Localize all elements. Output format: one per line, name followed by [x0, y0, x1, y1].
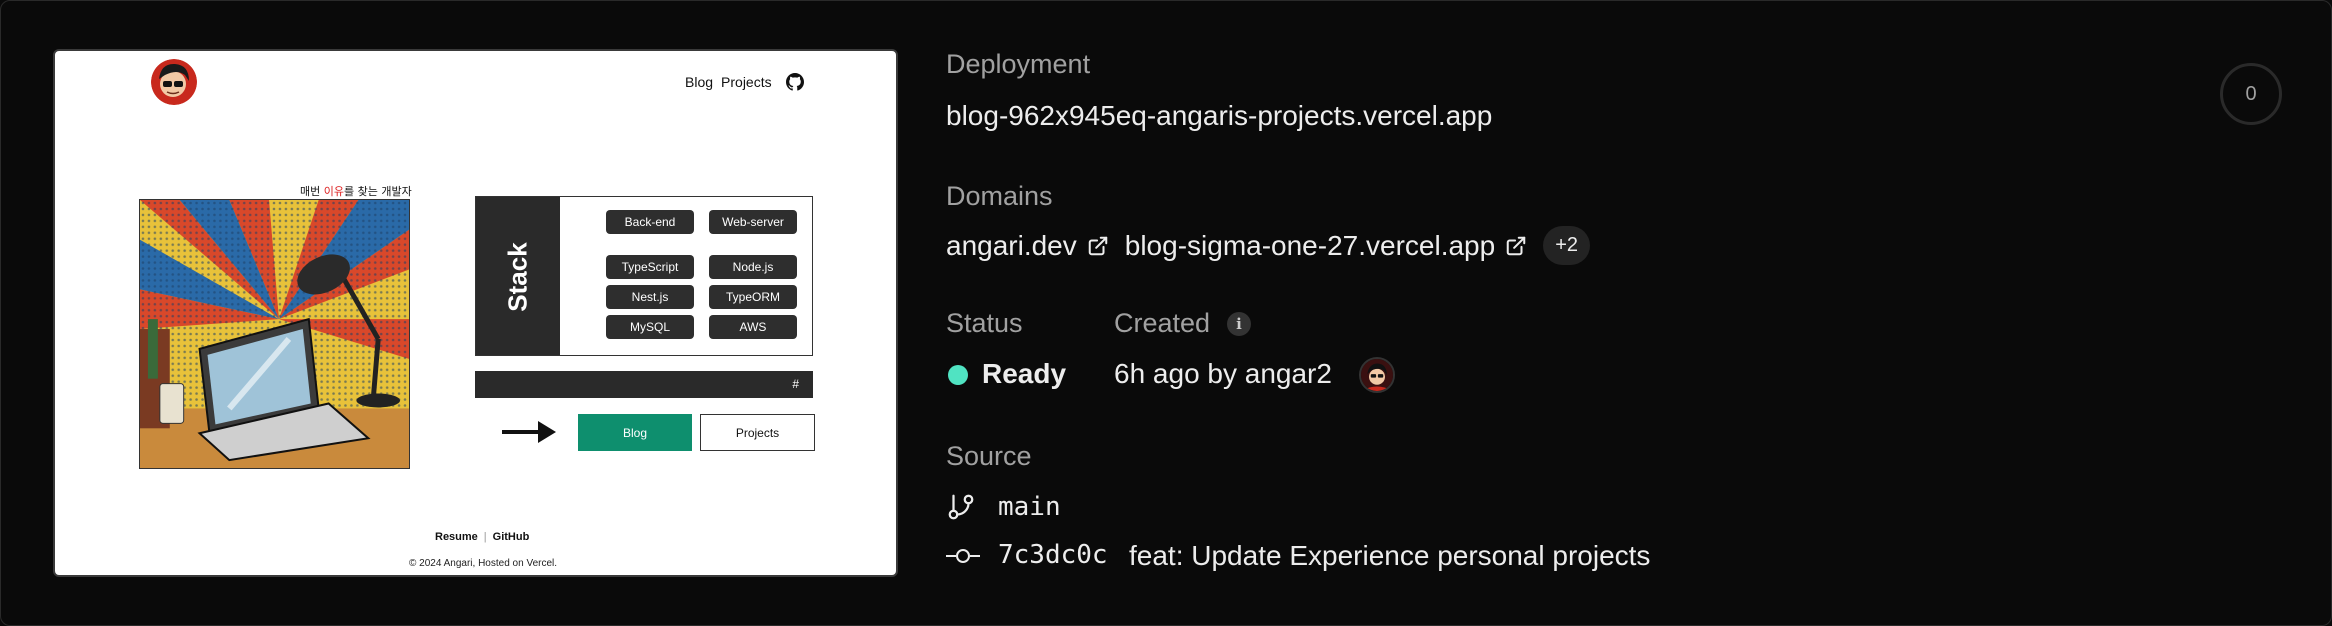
deployment-label: Deployment — [946, 49, 1091, 79]
stack-chip: TypeORM — [709, 285, 797, 309]
user-avatar[interactable] — [1359, 357, 1395, 393]
git-commit-icon — [946, 549, 980, 563]
github-icon[interactable] — [785, 73, 804, 91]
hash-bar[interactable]: # — [475, 371, 813, 398]
commit-hash[interactable]: 7c3dc0c — [998, 540, 1108, 570]
domains-label: Domains — [946, 181, 1053, 211]
footer-resume-link[interactable]: Resume — [435, 531, 478, 543]
external-link-icon — [1088, 236, 1108, 255]
preview-footer-links: Resume | GitHub — [435, 531, 529, 543]
tagline-prefix: 매번 — [300, 185, 324, 198]
stack-chip: Back-end — [606, 210, 694, 234]
stack-chip: Nest.js — [606, 285, 694, 309]
preview-nav-blog[interactable]: Blog — [685, 74, 713, 90]
commit-message[interactable]: feat: Update Experience personal project… — [1129, 540, 1650, 572]
branch-name[interactable]: main — [998, 492, 1061, 522]
deployment-card: Blog Projects 매번 이유를 찾는 개발자 Stack Back-e… — [0, 0, 2332, 626]
domain-link[interactable]: angari.dev — [946, 230, 1109, 262]
stack-chip: TypeScript — [606, 255, 694, 279]
deployment-preview[interactable]: Blog Projects 매번 이유를 찾는 개발자 Stack Back-e… — [53, 49, 898, 577]
domain-text: blog-sigma-one-27.vercel.app — [1124, 229, 1496, 261]
stack-chip: Web-server — [709, 210, 797, 234]
footer-separator: | — [483, 531, 487, 543]
preview-nav-projects[interactable]: Projects — [721, 74, 772, 90]
preview-copyright: © 2024 Angari, Hosted on Vercel. — [409, 558, 558, 569]
tagline-highlight: 이유 — [323, 185, 344, 198]
hero-illustration — [139, 199, 410, 469]
counter-badge[interactable]: 0 — [2220, 63, 2282, 125]
stack-panel: Stack Back-end Web-server TypeScript Nod… — [475, 196, 813, 356]
preview-blog-button[interactable]: Blog — [578, 414, 692, 451]
arrow-right-icon — [502, 421, 556, 443]
avatar-logo-icon[interactable] — [151, 59, 197, 105]
status-value: Ready — [982, 358, 1067, 389]
footer-github-link[interactable]: GitHub — [493, 531, 530, 543]
preview-projects-button[interactable]: Projects — [700, 414, 815, 451]
source-label: Source — [946, 441, 1032, 471]
git-branch-icon — [948, 494, 974, 520]
preview-nav: Blog Projects — [685, 73, 804, 91]
stack-chip: Node.js — [709, 255, 797, 279]
deployment-url[interactable]: blog-962x945eq-angaris-projects.vercel.a… — [946, 100, 1492, 132]
status-label: Status — [946, 308, 1023, 338]
stack-title: Stack — [502, 242, 533, 312]
tagline-suffix: 를 찾는 개발자 — [344, 185, 412, 198]
domain-link[interactable]: blog-sigma-one-27.vercel.app — [1125, 230, 1527, 262]
created-label: Created — [1114, 308, 1211, 338]
status-dot-icon — [948, 365, 968, 385]
info-icon[interactable]: i — [1227, 312, 1251, 336]
preview-tagline: 매번 이유를 찾는 개발자 — [300, 183, 412, 199]
stack-chip: AWS — [709, 315, 797, 339]
created-value: 6h ago by angar2 — [1114, 358, 1332, 389]
more-domains-badge[interactable]: +2 — [1543, 226, 1591, 265]
domain-text: angari.dev — [946, 229, 1077, 261]
domains-list: angari.dev blog-sigma-one-27.vercel.app … — [946, 226, 1591, 265]
external-link-icon — [1506, 236, 1526, 255]
stack-chip: MySQL — [606, 315, 694, 339]
